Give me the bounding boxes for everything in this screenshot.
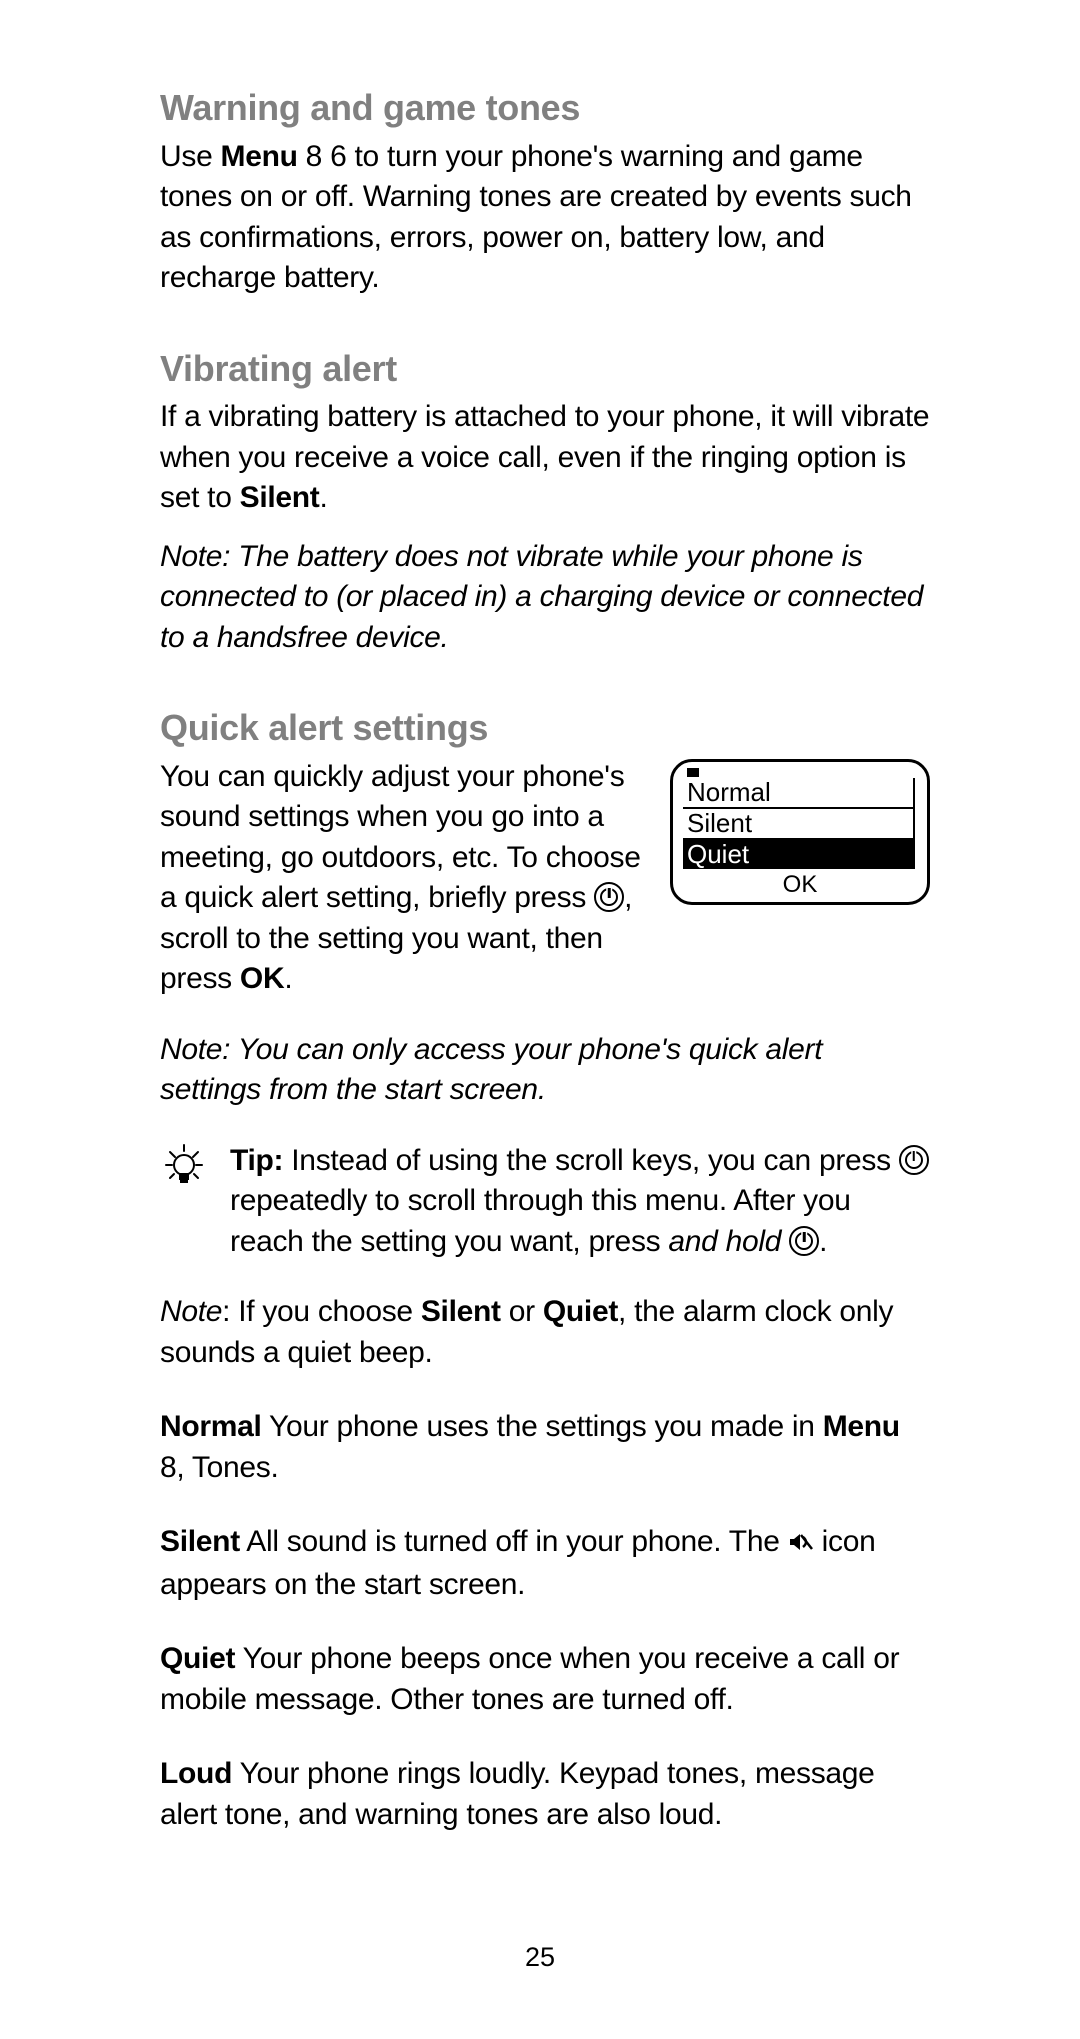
page-number: 25 bbox=[0, 1939, 1080, 1975]
menu-bold: Menu bbox=[221, 140, 298, 173]
text: . bbox=[819, 1225, 827, 1258]
silent-bold: Silent bbox=[421, 1295, 501, 1328]
menu-bold: Menu bbox=[823, 1410, 900, 1443]
menu-item-quiet-selected: Quiet bbox=[683, 840, 913, 869]
text: All sound is turned off in your phone. T… bbox=[240, 1525, 788, 1558]
tip-block: Tip: Instead of using the scroll keys, y… bbox=[160, 1141, 930, 1263]
def-label-loud: Loud bbox=[160, 1757, 232, 1790]
def-quiet: Quiet Your phone beeps once when you rec… bbox=[160, 1639, 930, 1720]
text: Your phone uses the settings you made in bbox=[262, 1410, 823, 1443]
text: or bbox=[501, 1295, 543, 1328]
note-label: Note bbox=[160, 1295, 222, 1328]
section-quick-alert: Quick alert settings Normal Silent Quiet… bbox=[160, 704, 930, 1869]
section-vibrating-alert: Vibrating alert If a vibrating battery i… bbox=[160, 345, 930, 659]
heading-vibrating: Vibrating alert bbox=[160, 345, 930, 394]
silent-mode-icon bbox=[788, 1524, 814, 1565]
text bbox=[781, 1225, 789, 1258]
menu-item-silent: Silent bbox=[683, 809, 913, 840]
quiet-bold: Quiet bbox=[543, 1295, 618, 1328]
text: Your phone rings loudly. Keypad tones, m… bbox=[160, 1757, 875, 1831]
def-label-quiet: Quiet bbox=[160, 1642, 235, 1675]
text: . bbox=[284, 962, 292, 995]
def-label-silent: Silent bbox=[160, 1525, 240, 1558]
power-button-icon bbox=[899, 1145, 929, 1175]
text: Instead of using the scroll keys, you ca… bbox=[283, 1144, 899, 1177]
phone-screen: Normal Silent Quiet OK bbox=[670, 759, 930, 905]
status-bar-icon bbox=[687, 768, 699, 777]
para-warning: Use Menu 8 6 to turn your phone's warnin… bbox=[160, 137, 930, 299]
text: Your phone beeps once when you receive a… bbox=[160, 1642, 899, 1716]
text: . bbox=[320, 481, 328, 514]
menu-item-normal: Normal bbox=[683, 778, 913, 809]
power-button-icon bbox=[594, 882, 624, 912]
para-vibrating: If a vibrating battery is attached to yo… bbox=[160, 397, 930, 519]
def-silent: Silent All sound is turned off in your p… bbox=[160, 1522, 930, 1605]
lightbulb-icon bbox=[160, 1141, 210, 1263]
tip-text: Tip: Instead of using the scroll keys, y… bbox=[230, 1141, 930, 1263]
def-label-normal: Normal bbox=[160, 1410, 262, 1443]
text: : If you choose bbox=[222, 1295, 421, 1328]
softkey-ok: OK bbox=[683, 869, 917, 900]
note-vibrating: Note: The battery does not vibrate while… bbox=[160, 537, 930, 659]
and-hold: and hold bbox=[668, 1225, 781, 1258]
power-button-icon bbox=[789, 1226, 819, 1256]
tip-label: Tip: bbox=[230, 1144, 283, 1177]
silent-bold: Silent bbox=[240, 481, 320, 514]
heading-quick: Quick alert settings bbox=[160, 704, 930, 753]
ok-bold: OK bbox=[240, 962, 284, 995]
text: 8, Tones. bbox=[160, 1451, 279, 1484]
note-quick-access: Note: You can only access your phone's q… bbox=[160, 1030, 930, 1111]
section-warning-game-tones: Warning and game tones Use Menu 8 6 to t… bbox=[160, 84, 930, 299]
text: You can quickly adjust your phone's soun… bbox=[160, 760, 641, 915]
text: Use bbox=[160, 140, 221, 173]
heading-warning: Warning and game tones bbox=[160, 84, 930, 133]
phone-screen-illustration: Normal Silent Quiet OK bbox=[670, 759, 930, 905]
manual-page: Warning and game tones Use Menu 8 6 to t… bbox=[0, 0, 1080, 2039]
def-loud: Loud Your phone rings loudly. Keypad ton… bbox=[160, 1754, 930, 1835]
note-silent-quiet: Note: If you choose Silent or Quiet, the… bbox=[160, 1292, 930, 1373]
def-normal: Normal Your phone uses the settings you … bbox=[160, 1407, 930, 1488]
